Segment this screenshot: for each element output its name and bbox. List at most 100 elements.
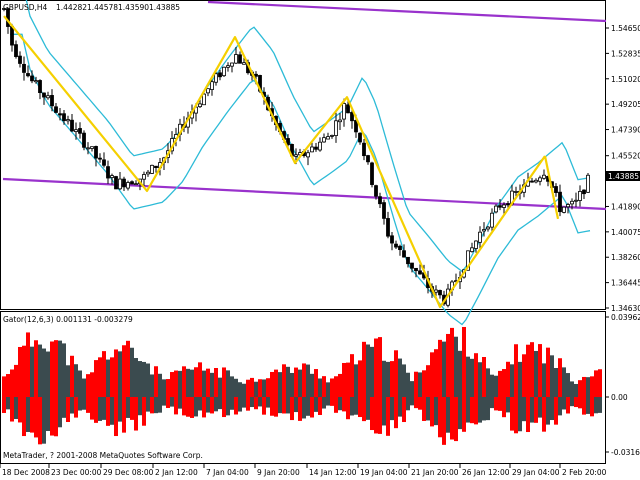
bull-candle — [502, 204, 506, 208]
gator-upper-bar — [378, 337, 382, 397]
bull-candle — [142, 174, 146, 180]
gator-upper-bar — [238, 382, 242, 397]
gator-upper-bar — [330, 378, 334, 397]
gator-lower-bar — [398, 397, 402, 417]
gator-lower-bar — [538, 397, 542, 418]
gator-upper-bar — [510, 364, 514, 397]
gator-lower-bar — [386, 397, 390, 436]
gator-upper-bar — [322, 376, 326, 397]
gator-upper-bar — [58, 340, 62, 397]
ohlc-low: 1.43590 — [118, 3, 149, 12]
time-tick-label: 9 Jan 20:00 — [257, 468, 300, 477]
gator-lower-bar — [346, 397, 350, 420]
bear-candle — [358, 132, 362, 143]
bear-candle — [238, 54, 242, 64]
bear-candle — [438, 290, 442, 296]
gator-lower-bar — [298, 397, 302, 421]
bear-candle — [582, 189, 586, 195]
gator-upper-bar — [2, 376, 6, 397]
bull-candle — [46, 95, 50, 99]
gator-upper-bar — [214, 367, 218, 397]
gator-upper-bar — [146, 363, 150, 397]
gator-upper-bar — [46, 351, 50, 397]
gator-upper-bar — [350, 354, 354, 397]
gator-lower-bar — [334, 397, 338, 413]
gator-lower-bar — [350, 397, 354, 416]
gator-upper-bar — [258, 379, 262, 397]
gator-upper-bar — [570, 381, 574, 397]
gator-lower-bar — [430, 397, 434, 427]
metatrader-chart-window: 1.54650 1.52835 1.51020 1.49205 1.47390 1.455… — [0, 0, 640, 480]
time-tick-label: 2 Feb 20:00 — [562, 468, 607, 477]
gator-lower-bar — [122, 397, 126, 433]
gator-upper-bar — [534, 350, 538, 397]
gator-upper-bar — [394, 350, 398, 397]
gator-lower-bar — [402, 397, 406, 423]
bear-candle — [378, 196, 382, 205]
bull-candle — [210, 81, 214, 90]
gator-lower-bar — [422, 397, 426, 421]
gator-upper-bar — [94, 360, 98, 397]
gator-upper-bar — [442, 341, 446, 397]
bull-candle — [538, 177, 542, 182]
price-tick-label: 1.36445 — [611, 279, 640, 288]
time-tick-label: 18 Dec 2008 — [2, 468, 50, 477]
gator-lower-bar — [66, 397, 70, 422]
gator-lower-bar — [330, 397, 334, 406]
bull-candle — [470, 247, 474, 252]
bull-candle — [202, 93, 206, 106]
gator-upper-bar — [150, 374, 154, 397]
bear-candle — [370, 162, 374, 185]
gator-upper-bar — [294, 367, 298, 397]
gator-lower-bar — [278, 397, 282, 414]
bull-candle — [562, 206, 566, 213]
time-tick-label: 14 Jan 12:00 — [309, 468, 357, 477]
gator-lower-bar — [126, 397, 130, 418]
bear-candle — [78, 128, 82, 134]
bull-candle — [294, 154, 298, 157]
gator-upper-bar — [186, 368, 190, 397]
gator-lower-bar — [462, 397, 466, 432]
gator-lower-bar — [506, 397, 510, 413]
bull-candle — [110, 175, 114, 178]
gator-lower-bar — [558, 397, 562, 416]
gator-upper-bar — [206, 368, 210, 397]
gator-lower-bar — [102, 397, 106, 420]
gator-upper-bar — [398, 358, 402, 397]
bull-candle — [310, 146, 314, 153]
gator-lower-bar — [262, 397, 266, 415]
gator-lower-bar — [186, 397, 190, 417]
gator-upper-bar — [482, 357, 486, 397]
bull-candle — [66, 119, 70, 122]
gator-lower-bar — [286, 397, 290, 414]
bear-candle — [558, 191, 562, 213]
gator-upper-bar — [318, 378, 322, 397]
time-tick-label: 19 Jan 04:00 — [360, 468, 408, 477]
gator-lower-bar — [210, 397, 214, 414]
price-tick-label: 1.38260 — [611, 253, 640, 262]
current-price-label: 1.43885 — [608, 172, 639, 181]
gator-scale-label: -0.03161 — [611, 448, 640, 457]
chart-canvas[interactable]: 1.54650 1.52835 1.51020 1.49205 1.47390 1.455… — [0, 0, 640, 480]
gator-upper-bar — [346, 362, 350, 397]
gator-upper-bar — [566, 373, 570, 397]
price-tick-label: 1.40075 — [611, 228, 640, 237]
gator-lower-bar — [202, 397, 206, 418]
bear-candle — [26, 73, 30, 77]
gator-lower-bar — [2, 397, 6, 413]
gator-lower-bar — [314, 397, 318, 412]
bear-candle — [10, 25, 14, 46]
gator-upper-bar — [30, 346, 34, 397]
bear-candle — [390, 235, 394, 244]
gator-upper-bar — [414, 371, 418, 397]
gator-upper-bar — [538, 344, 542, 397]
gator-lower-bar — [454, 397, 458, 442]
gator-lower-bar — [510, 397, 514, 431]
gator-lower-bar — [306, 397, 310, 416]
gator-upper-bar — [182, 366, 186, 397]
gator-lower-bar — [110, 397, 114, 425]
gator-upper-bar — [50, 341, 54, 397]
gator-upper-bar — [490, 374, 494, 397]
gator-lower-bar — [170, 397, 174, 407]
gator-upper-bar — [366, 344, 370, 397]
